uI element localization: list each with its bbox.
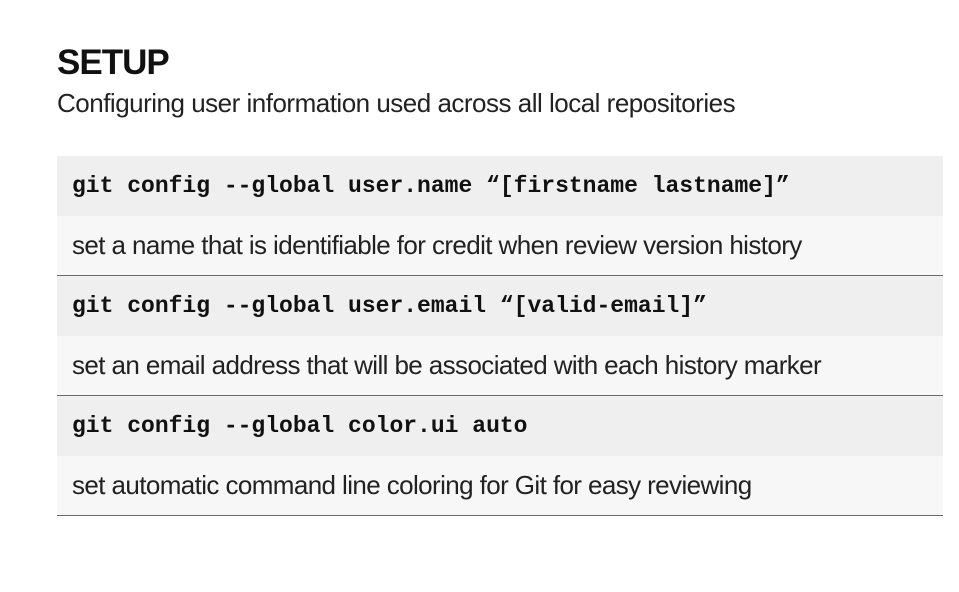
command-description: set a name that is identifiable for cred… xyxy=(57,216,943,275)
command-entry-user-email: git config --global user.email “[valid-e… xyxy=(57,276,943,396)
command-code: git config --global user.name “[firstnam… xyxy=(57,156,943,216)
command-code: git config --global color.ui auto xyxy=(57,396,943,456)
command-entry-color-ui: git config --global color.ui auto set au… xyxy=(57,396,943,516)
setup-section: SETUP Configuring user information used … xyxy=(57,40,943,516)
section-subtitle: Configuring user information used across… xyxy=(57,88,736,118)
section-title: SETUP xyxy=(57,43,170,82)
command-table: git config --global user.name “[firstnam… xyxy=(57,156,943,516)
command-entry-user-name: git config --global user.name “[firstnam… xyxy=(57,156,943,276)
command-description: set an email address that will be associ… xyxy=(57,336,943,395)
command-description: set automatic command line coloring for … xyxy=(57,456,943,515)
command-code: git config --global user.email “[valid-e… xyxy=(57,276,943,336)
